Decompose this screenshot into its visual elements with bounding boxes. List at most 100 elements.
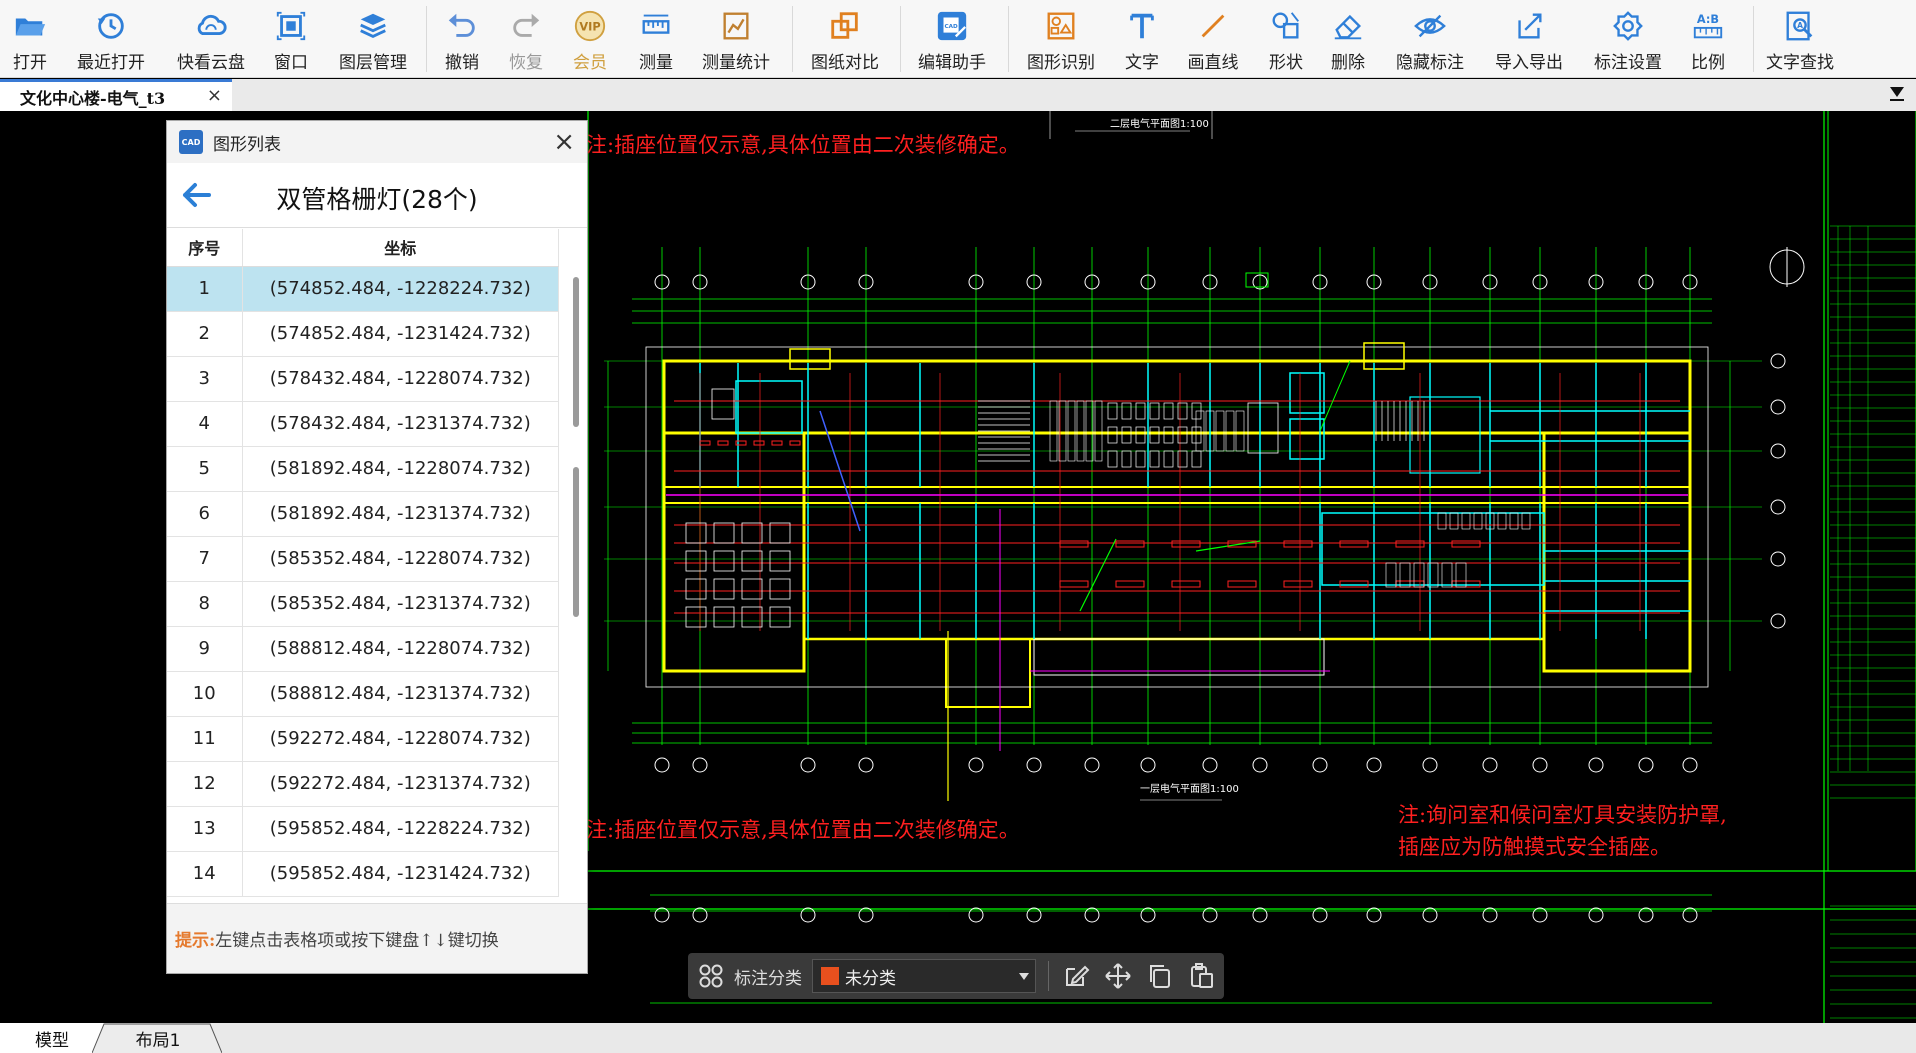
lamp-symbol [753, 440, 765, 446]
column-header-index: 序号 [167, 229, 243, 267]
grille-lamp [1283, 580, 1313, 588]
toolbar-separator [426, 6, 427, 72]
office-desk2 [1385, 562, 1397, 588]
lamp-symbol [717, 440, 729, 446]
table-row[interactable]: 2 (574852.484, -1231424.732) [167, 311, 559, 357]
desk [685, 606, 707, 628]
panel-title: 图形列表 [213, 134, 281, 155]
cloud-icon [197, 14, 227, 35]
table-row[interactable]: 1 (574852.484, -1228224.732) [167, 266, 559, 312]
document-tab[interactable]: 文化中心楼-电气_t3 × [0, 79, 232, 111]
annotation-category-select[interactable]: 未分类 [812, 959, 1036, 993]
category-grid-icon[interactable] [698, 963, 724, 989]
history-icon [97, 13, 124, 39]
tab-layout1[interactable]: 布局1 [106, 1023, 210, 1053]
chair [1177, 450, 1188, 468]
table-row[interactable]: 13 (595852.484, -1228224.732) [167, 806, 559, 852]
close-tab-icon[interactable]: × [207, 85, 222, 106]
axis-bubble-lower-sheet [692, 907, 708, 923]
ruler-icon [642, 14, 670, 34]
table-row[interactable]: 3 (578432.484, -1228074.732) [167, 356, 559, 402]
table-row[interactable]: 14 (595852.484, -1231424.732) [167, 851, 559, 897]
axis-bubble-bottom [800, 757, 816, 773]
toolbar-button-shape-recognize[interactable]: 图形识别 [1016, 0, 1106, 78]
column-header-coord: 坐标 [242, 229, 559, 267]
toolbar-button-measure-stats[interactable]: 测量统计 [691, 0, 781, 78]
toolbar-button-import-export[interactable]: 导入导出 [1484, 0, 1574, 78]
table-row[interactable]: 12 (592272.484, -1231374.732) [167, 761, 559, 807]
table-row[interactable]: 10 (588812.484, -1231374.732) [167, 671, 559, 717]
toolbar-button-annotation-settings[interactable]: 标注设置 [1583, 0, 1673, 78]
scrollbar-thumb-lower[interactable] [573, 467, 579, 617]
note-right-line2: 插座应为防触摸式安全插座。 [1398, 835, 1671, 859]
desk [769, 578, 791, 600]
line-icon [1201, 14, 1225, 38]
hint-text: 左键点击表格项或按下键盘↑↓键切换 [215, 931, 499, 951]
toolbar-button-layers[interactable]: 图层管理 [328, 0, 418, 78]
chair [1135, 426, 1146, 444]
conference-seat [1076, 400, 1085, 462]
desk [685, 522, 707, 544]
annotation-toolbar-separator [1048, 961, 1049, 991]
toolbar-button-cad-edit[interactable]: CAD 编辑助手 [907, 0, 997, 78]
desk [713, 550, 735, 572]
toolbar-label: 撤销 [445, 53, 479, 73]
row-index: 5 [167, 446, 243, 492]
axis-bubble-bottom [858, 757, 874, 773]
category-color-swatch [821, 967, 839, 985]
axis-bubble-bottom [1422, 757, 1438, 773]
table-row[interactable]: 4 (578432.484, -1231374.732) [167, 401, 559, 447]
table-row[interactable]: 5 (581892.484, -1228074.732) [167, 446, 559, 492]
axis-bubble-lower-sheet [1682, 907, 1698, 923]
grille-lamp [1171, 580, 1201, 588]
note-bottom: 注:插座位置仅示意,具体位置由二次装修确定。 [586, 818, 1020, 842]
row-index: 2 [167, 311, 243, 357]
tab-model[interactable]: 模型 [0, 1023, 104, 1053]
toolbar-label: 窗口 [274, 53, 308, 73]
move-icon[interactable] [1103, 961, 1133, 991]
axis-bubble-bottom [1252, 757, 1268, 773]
paste-icon[interactable] [1187, 961, 1217, 991]
panel-hint: 提示: 左键点击表格项或按下键盘↑↓键切换 [167, 903, 587, 973]
table-scrollbar[interactable] [573, 267, 579, 897]
toilet-block [1321, 512, 1545, 586]
cad-edit-icon: CAD [937, 11, 967, 41]
office-desk2 [1455, 562, 1467, 588]
table-row[interactable]: 11 (592272.484, -1228074.732) [167, 716, 559, 762]
toolbar-separator [900, 6, 901, 72]
podium [1247, 402, 1279, 454]
toolbar-button-scale[interactable]: A:B 比例 [1663, 0, 1753, 78]
desk [713, 578, 735, 600]
table-row[interactable]: 6 (581892.484, -1231374.732) [167, 491, 559, 537]
lamp-symbol [771, 440, 783, 446]
reading-desk [1195, 410, 1205, 452]
row-index: 12 [167, 761, 243, 807]
toolbar-button-text-search[interactable]: A 文字查找 [1755, 0, 1845, 78]
axis-bubble-lower-sheet [1252, 907, 1268, 923]
chair [1177, 426, 1188, 444]
toolbar-button-folder-open[interactable]: 打开 [0, 0, 75, 78]
table-row[interactable]: 7 (585352.484, -1228074.732) [167, 536, 559, 582]
scrollbar-thumb[interactable] [573, 277, 579, 427]
redo-icon [513, 13, 540, 37]
edit-annotation-icon[interactable] [1061, 961, 1091, 991]
close-icon[interactable]: × [553, 127, 575, 157]
eye-hide-icon [1414, 14, 1446, 38]
toolbar-button-window[interactable]: 窗口 [246, 0, 336, 78]
toolbar-button-cloud[interactable]: 快看云盘 [166, 0, 256, 78]
toolbar-button-eye-hide[interactable]: 隐藏标注 [1385, 0, 1475, 78]
table-row[interactable]: 9 (588812.484, -1228074.732) [167, 626, 559, 672]
chair [1107, 450, 1118, 468]
toolbar-button-eraser[interactable]: 删除 [1303, 0, 1393, 78]
toolbar-button-compare[interactable]: 图纸对比 [800, 0, 890, 78]
toolbar-button-history[interactable]: 最近打开 [66, 0, 156, 78]
toolbar-button-ruler[interactable]: 测量 [611, 0, 701, 78]
copy-icon[interactable] [1145, 961, 1175, 991]
row-index: 1 [167, 266, 243, 312]
reading-desk [1215, 410, 1225, 452]
tab-list-dropdown-icon[interactable] [1890, 87, 1904, 97]
note-right-line1: 注:询问室和候问室灯具安装防护罩, [1398, 803, 1727, 827]
table-row[interactable]: 8 (585352.484, -1231374.732) [167, 581, 559, 627]
axis-bubble-lower-sheet [1588, 907, 1604, 923]
elevator2 [1289, 418, 1325, 460]
